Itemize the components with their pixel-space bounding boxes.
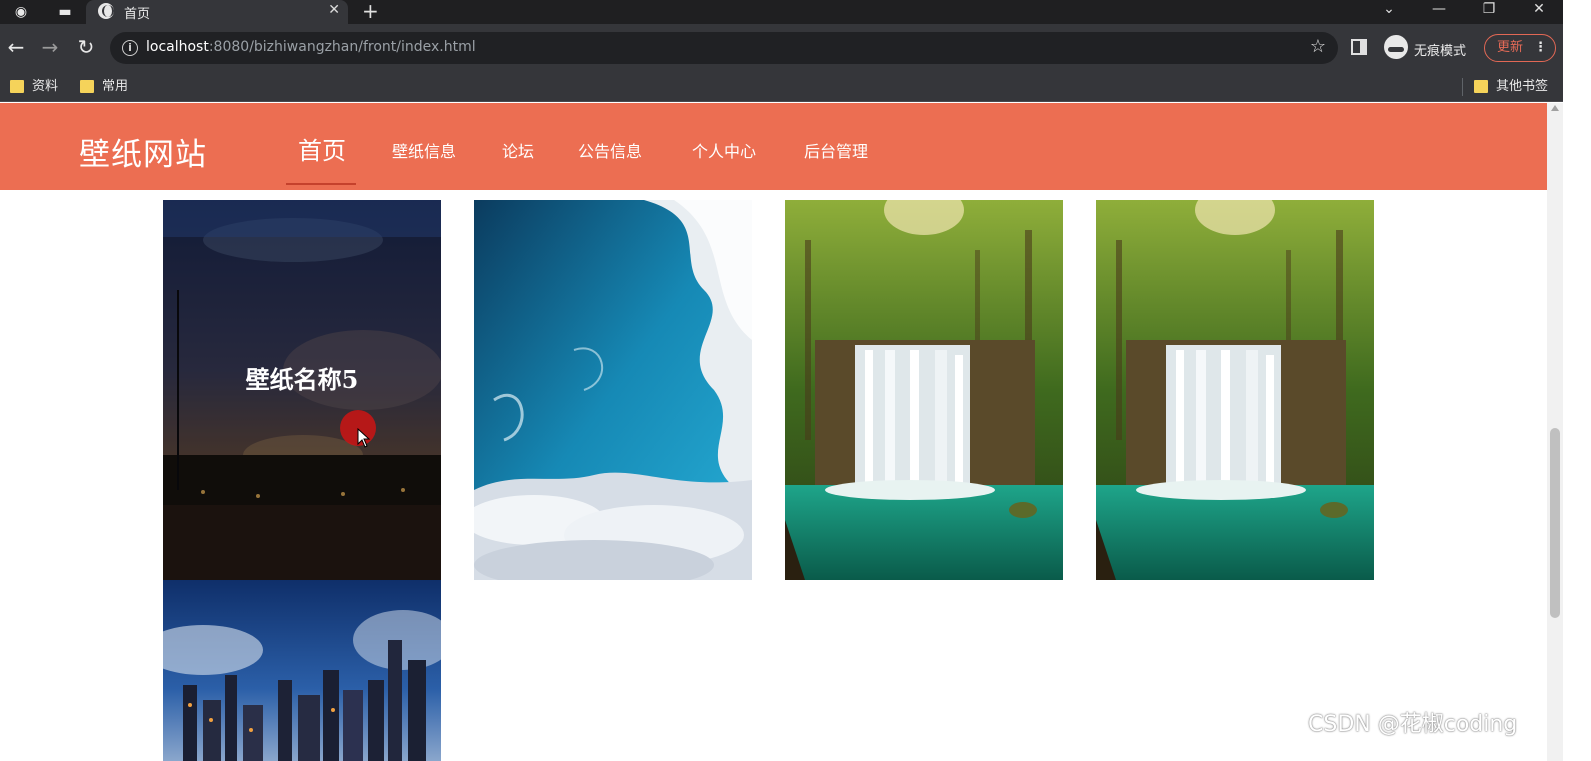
nav-active-underline	[286, 183, 356, 185]
new-tab-button[interactable]: +	[362, 0, 379, 23]
watermark-text: CSDN @花椒coding	[1308, 712, 1518, 737]
close-tab-icon[interactable]: ✕	[328, 2, 340, 18]
back-button[interactable]: ←	[4, 36, 28, 60]
page-viewport: 壁纸网站 首页 壁纸信息 论坛 公告信息 个人中心 后台管理 壁纸名称5	[0, 103, 1547, 761]
wallpaper-image-forest-waterfall	[1096, 200, 1374, 580]
url-text[interactable]: localhost:8080/bizhiwangzhan/front/index…	[146, 39, 476, 55]
globe-icon[interactable]: ◉	[12, 3, 30, 21]
restore-button[interactable]: ❐	[1474, 0, 1504, 18]
bookmark-folder-changyong[interactable]: 常用	[80, 77, 128, 97]
wallpaper-card[interactable]: 壁纸名称5	[163, 200, 441, 580]
browser-tab-bar: ◉ ▬ 首页 ✕ + ⌄ — ❐ ✕	[0, 0, 1591, 24]
wallpaper-image-sky-clouds	[474, 200, 752, 580]
scroll-up-arrow-icon[interactable]	[1551, 105, 1559, 111]
close-window-button[interactable]: ✕	[1524, 0, 1554, 18]
incognito-icon	[1384, 35, 1408, 59]
forward-button[interactable]: →	[38, 36, 62, 60]
mouse-cursor-icon	[357, 428, 371, 448]
nav-home[interactable]: 首页	[298, 131, 346, 166]
menu-dots-icon[interactable]: ⋮	[1534, 35, 1547, 60]
bookmark-star-icon[interactable]: ☆	[1310, 36, 1326, 57]
tab-overview-icon[interactable]: ▬	[56, 3, 74, 21]
wallpaper-caption[interactable]: 壁纸名称5	[163, 360, 441, 395]
nav-profile[interactable]: 个人中心	[692, 138, 756, 162]
browser-tab-active[interactable]: 首页 ✕	[86, 0, 348, 24]
site-globe-icon	[98, 3, 114, 19]
site-info-icon[interactable]: i	[122, 40, 138, 56]
minimize-button[interactable]: —	[1424, 0, 1454, 18]
wallpaper-image-city-skyline	[163, 580, 441, 761]
update-button[interactable]: 更新 ⋮	[1484, 34, 1556, 62]
bookmark-folder-ziliao[interactable]: 资料	[10, 77, 58, 97]
folder-icon	[1474, 80, 1488, 93]
wallpaper-card[interactable]	[1096, 200, 1374, 580]
folder-icon	[80, 80, 94, 93]
site-logo-text[interactable]: 壁纸网站	[79, 129, 207, 174]
page-scrollbar[interactable]	[1547, 103, 1563, 761]
bookmarks-bar: 资料 常用 其他书签	[0, 72, 1591, 102]
wallpaper-card[interactable]	[785, 200, 1063, 580]
side-panel-icon[interactable]	[1351, 39, 1367, 55]
wallpaper-image-forest-waterfall	[785, 200, 1063, 580]
folder-icon	[10, 80, 24, 93]
incognito-label: 无痕模式	[1414, 44, 1467, 59]
nav-wallpapers[interactable]: 壁纸信息	[392, 138, 456, 162]
nav-forum[interactable]: 论坛	[502, 138, 534, 162]
scroll-thumb[interactable]	[1550, 428, 1560, 618]
tab-title: 首页	[124, 7, 151, 22]
site-header: 壁纸网站 首页 壁纸信息 论坛 公告信息 个人中心 后台管理	[0, 103, 1547, 190]
bookmark-folder-other[interactable]: 其他书签	[1474, 77, 1548, 97]
nav-announcements[interactable]: 公告信息	[578, 138, 642, 162]
wallpaper-card[interactable]	[474, 200, 752, 580]
nav-admin[interactable]: 后台管理	[804, 138, 868, 162]
wallpaper-card[interactable]	[163, 580, 441, 761]
tab-search-icon[interactable]: ⌄	[1374, 0, 1404, 18]
reload-button[interactable]: ↻	[74, 36, 98, 60]
address-bar[interactable]: i localhost:8080/bizhiwangzhan/front/ind…	[110, 32, 1338, 64]
browser-toolbar: ← → ↻ i localhost:8080/bizhiwangzhan/fro…	[0, 24, 1591, 72]
